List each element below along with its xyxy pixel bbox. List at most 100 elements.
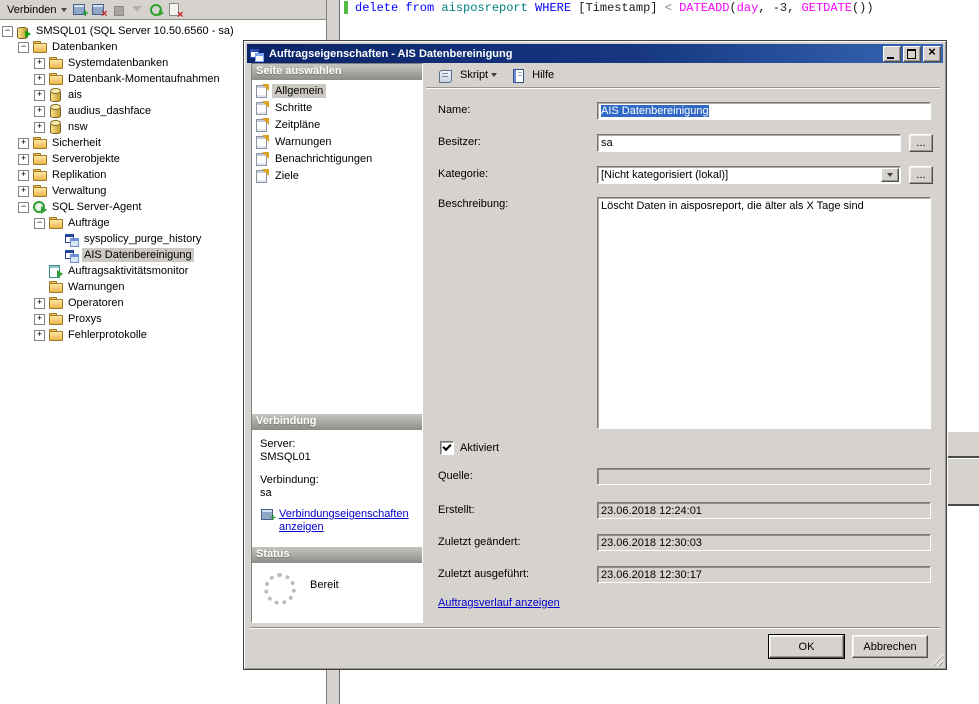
page-item-label[interactable]: Warnungen — [272, 135, 334, 149]
tree-item-label[interactable]: Fehlerprotokolle — [66, 328, 149, 342]
tree-item-label[interactable]: Warnungen — [66, 280, 126, 294]
disconnect-icon[interactable] — [91, 2, 108, 17]
tree-expander-icon[interactable]: + — [34, 122, 45, 133]
close-button[interactable] — [923, 46, 941, 62]
connection-panel: Server: SMSQL01 Verbindung: sa Verbindun… — [252, 430, 422, 547]
tree-item-label[interactable]: Operatoren — [66, 296, 126, 310]
description-textarea[interactable]: Löscht Daten in aisposreport, die älter … — [597, 197, 931, 429]
chevron-down-icon — [491, 73, 497, 77]
maximize-button[interactable] — [903, 46, 921, 62]
page-item-label[interactable]: Schritte — [272, 101, 315, 115]
job-history-link[interactable]: Auftragsverlauf anzeigen — [438, 597, 560, 609]
created-label: Erstellt: — [438, 504, 475, 516]
page-item-label[interactable]: Allgemein — [272, 84, 326, 98]
script-button[interactable]: Skript — [434, 66, 501, 85]
page-item-label[interactable]: Benachrichtigungen — [272, 152, 375, 166]
tree-expander-icon[interactable]: + — [34, 330, 45, 341]
tree-item-label[interactable]: Replikation — [50, 168, 108, 182]
page-item[interactable]: Zeitpläne — [252, 116, 422, 133]
page-item[interactable]: Ziele — [252, 167, 422, 184]
tree-item-label[interactable]: SQL Server-Agent — [50, 200, 143, 214]
category-select[interactable]: [Nicht kategorisiert (lokal)] — [597, 166, 901, 184]
minimize-button[interactable] — [883, 46, 901, 62]
sql-token: aisposreport — [441, 1, 535, 15]
sql-token: GETDATE — [802, 1, 852, 15]
tree-item-label[interactable]: Datenbank-Momentaufnahmen — [66, 72, 222, 86]
dialog-titlebar[interactable]: Auftragseigenschaften - AIS Datenbereini… — [247, 44, 943, 63]
tree-expander-icon[interactable]: + — [34, 90, 45, 101]
tree-expander-icon[interactable]: + — [18, 186, 29, 197]
line-change-indicator — [344, 1, 348, 14]
tree-item-label[interactable]: Serverobjekte — [50, 152, 122, 166]
tree-item-label[interactable]: Systemdatenbanken — [66, 56, 170, 70]
name-input[interactable]: AIS Datenbereinigung — [597, 102, 931, 120]
executed-value: 23.06.2018 12:30:17 — [601, 569, 702, 581]
source-label: Quelle: — [438, 470, 473, 482]
refresh-icon[interactable] — [148, 2, 165, 17]
page-item-label[interactable]: Zeitpläne — [272, 118, 323, 132]
resize-grip[interactable] — [930, 653, 943, 666]
tree-expander-icon[interactable]: − — [34, 218, 45, 229]
tree-expander-icon[interactable]: + — [18, 154, 29, 165]
page-item[interactable]: Schritte — [252, 99, 422, 116]
tree-expander-icon[interactable]: + — [34, 314, 45, 325]
folder-icon — [48, 312, 63, 326]
cancel-button[interactable]: Abbrechen — [852, 635, 928, 658]
tree-expander-icon[interactable]: − — [2, 26, 13, 37]
ok-button[interactable]: OK — [769, 635, 844, 658]
tree-expander-icon[interactable]: − — [18, 202, 29, 213]
job-properties-dialog: Auftragseigenschaften - AIS Datenbereini… — [243, 40, 947, 670]
property-page-icon — [255, 169, 269, 182]
database-icon — [48, 88, 63, 102]
tree-item-label[interactable]: Verwaltung — [50, 184, 108, 198]
description-label: Beschreibung: — [438, 198, 508, 210]
owner-input[interactable]: sa — [597, 134, 901, 152]
created-input: 23.06.2018 12:24:01 — [597, 502, 931, 519]
help-button[interactable]: Hilfe — [507, 66, 558, 85]
tree-expander-icon[interactable]: − — [18, 42, 29, 53]
tree-item-label[interactable]: nsw — [66, 120, 90, 134]
page-item[interactable]: Warnungen — [252, 133, 422, 150]
tree-item-label[interactable]: syspolicy_purge_history — [82, 232, 203, 246]
folder-icon — [48, 216, 63, 230]
tree-item-label[interactable]: AIS Datenbereinigung — [82, 248, 194, 262]
connection-properties-link[interactable]: Verbindungseigenschaften anzeigen — [279, 508, 414, 534]
connect-icon[interactable] — [72, 2, 89, 17]
status-panel: Bereit — [252, 563, 422, 622]
category-dropdown-button[interactable] — [881, 168, 899, 182]
folder-icon — [48, 56, 63, 70]
enabled-checkbox[interactable] — [440, 441, 454, 455]
page-item-label[interactable]: Ziele — [272, 169, 302, 183]
tree-item-label[interactable]: SMSQL01 (SQL Server 10.50.6560 - sa) — [34, 24, 236, 38]
tree-item-label[interactable]: Proxys — [66, 312, 104, 326]
source-input — [597, 468, 931, 485]
dialog-toolbar: Skript Hilfe — [426, 63, 940, 88]
tree-item-label[interactable]: Sicherheit — [50, 136, 103, 150]
tree-item-label[interactable]: Datenbanken — [50, 40, 119, 54]
tree-item-label[interactable]: audius_dashface — [66, 104, 153, 118]
tree-expander-icon[interactable]: + — [34, 106, 45, 117]
tree-item[interactable]: − SMSQL01 (SQL Server 10.50.6560 - sa) — [0, 23, 325, 39]
page-item[interactable]: Allgemein — [252, 82, 422, 99]
tree-expander-icon[interactable]: + — [34, 298, 45, 309]
sql-line[interactable]: delete from aisposreport WHERE [Timestam… — [355, 1, 874, 15]
executed-input: 23.06.2018 12:30:17 — [597, 566, 931, 583]
script-error-icon[interactable] — [167, 2, 184, 17]
tree-item-label[interactable]: Aufträge — [66, 216, 112, 230]
tree-item-label[interactable]: ais — [66, 88, 84, 102]
category-browse-button[interactable]: ... — [909, 166, 933, 184]
tree-item-label[interactable]: Auftragsaktivitätsmonitor — [66, 264, 190, 278]
connection-header: Verbindung — [252, 414, 422, 430]
dialog-title: Auftragseigenschaften - AIS Datenbereini… — [269, 48, 881, 60]
folder-icon — [48, 280, 63, 294]
database-icon — [48, 104, 63, 118]
owner-browse-button[interactable]: ... — [909, 134, 933, 152]
tree-expander-icon[interactable]: + — [18, 170, 29, 181]
tree-expander-icon[interactable]: + — [18, 138, 29, 149]
tree-expander-icon[interactable]: + — [34, 74, 45, 85]
connect-menu-button[interactable]: Verbinden — [3, 3, 71, 17]
tree-expander-icon[interactable]: + — [34, 58, 45, 69]
dialog-pages-list[interactable]: Allgemein Schritte Zeitpläne Warnungen Benac… — [252, 80, 422, 414]
page-item[interactable]: Benachrichtigungen — [252, 150, 422, 167]
folder-icon — [48, 72, 63, 86]
